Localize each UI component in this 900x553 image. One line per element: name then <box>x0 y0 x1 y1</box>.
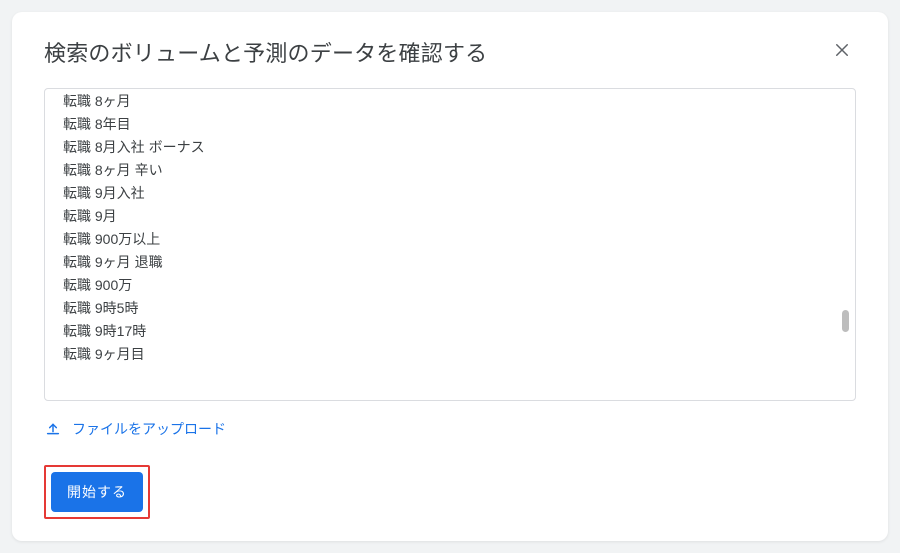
scrollbar-thumb[interactable] <box>842 310 849 332</box>
upload-icon <box>44 420 62 438</box>
keyword-line: 転職 9月入社 <box>63 182 837 205</box>
keyword-line: 転職 8ヶ月 辛い <box>63 159 837 182</box>
keyword-line: 転職 9時5時 <box>63 297 837 320</box>
keyword-line: 転職 900万以上 <box>63 228 837 251</box>
keyword-line: 転職 9月 <box>63 205 837 228</box>
keyword-line: 転職 8年目 <box>63 113 837 136</box>
keyword-textarea[interactable]: 転職 8ヶ月 転職 8年目 転職 8月入社 ボーナス 転職 8ヶ月 辛い 転職 … <box>44 88 856 401</box>
upload-file-link[interactable]: ファイルをアップロード <box>44 419 856 439</box>
upload-label: ファイルをアップロード <box>72 419 226 439</box>
keyword-line: 転職 9ヶ月目 <box>63 343 837 366</box>
close-icon <box>833 41 851 63</box>
close-button[interactable] <box>828 38 856 66</box>
modal-title: 検索のボリュームと予測のデータを確認する <box>44 36 487 68</box>
keyword-line: 転職 900万 <box>63 274 837 297</box>
modal-actions: 開始する <box>44 465 856 519</box>
start-button[interactable]: 開始する <box>51 472 143 512</box>
keyword-line: 転職 8ヶ月 <box>63 90 837 113</box>
highlight-frame: 開始する <box>44 465 150 519</box>
keyword-line: 転職 9時17時 <box>63 320 837 343</box>
modal-dialog: 検索のボリュームと予測のデータを確認する 転職 8ヶ月 転職 8年目 転職 8月… <box>12 12 888 541</box>
keyword-line: 転職 9ヶ月 退職 <box>63 251 837 274</box>
modal-header: 検索のボリュームと予測のデータを確認する <box>44 36 856 68</box>
keyword-list: 転職 8ヶ月 転職 8年目 転職 8月入社 ボーナス 転職 8ヶ月 辛い 転職 … <box>63 90 837 366</box>
keyword-line: 転職 8月入社 ボーナス <box>63 136 837 159</box>
